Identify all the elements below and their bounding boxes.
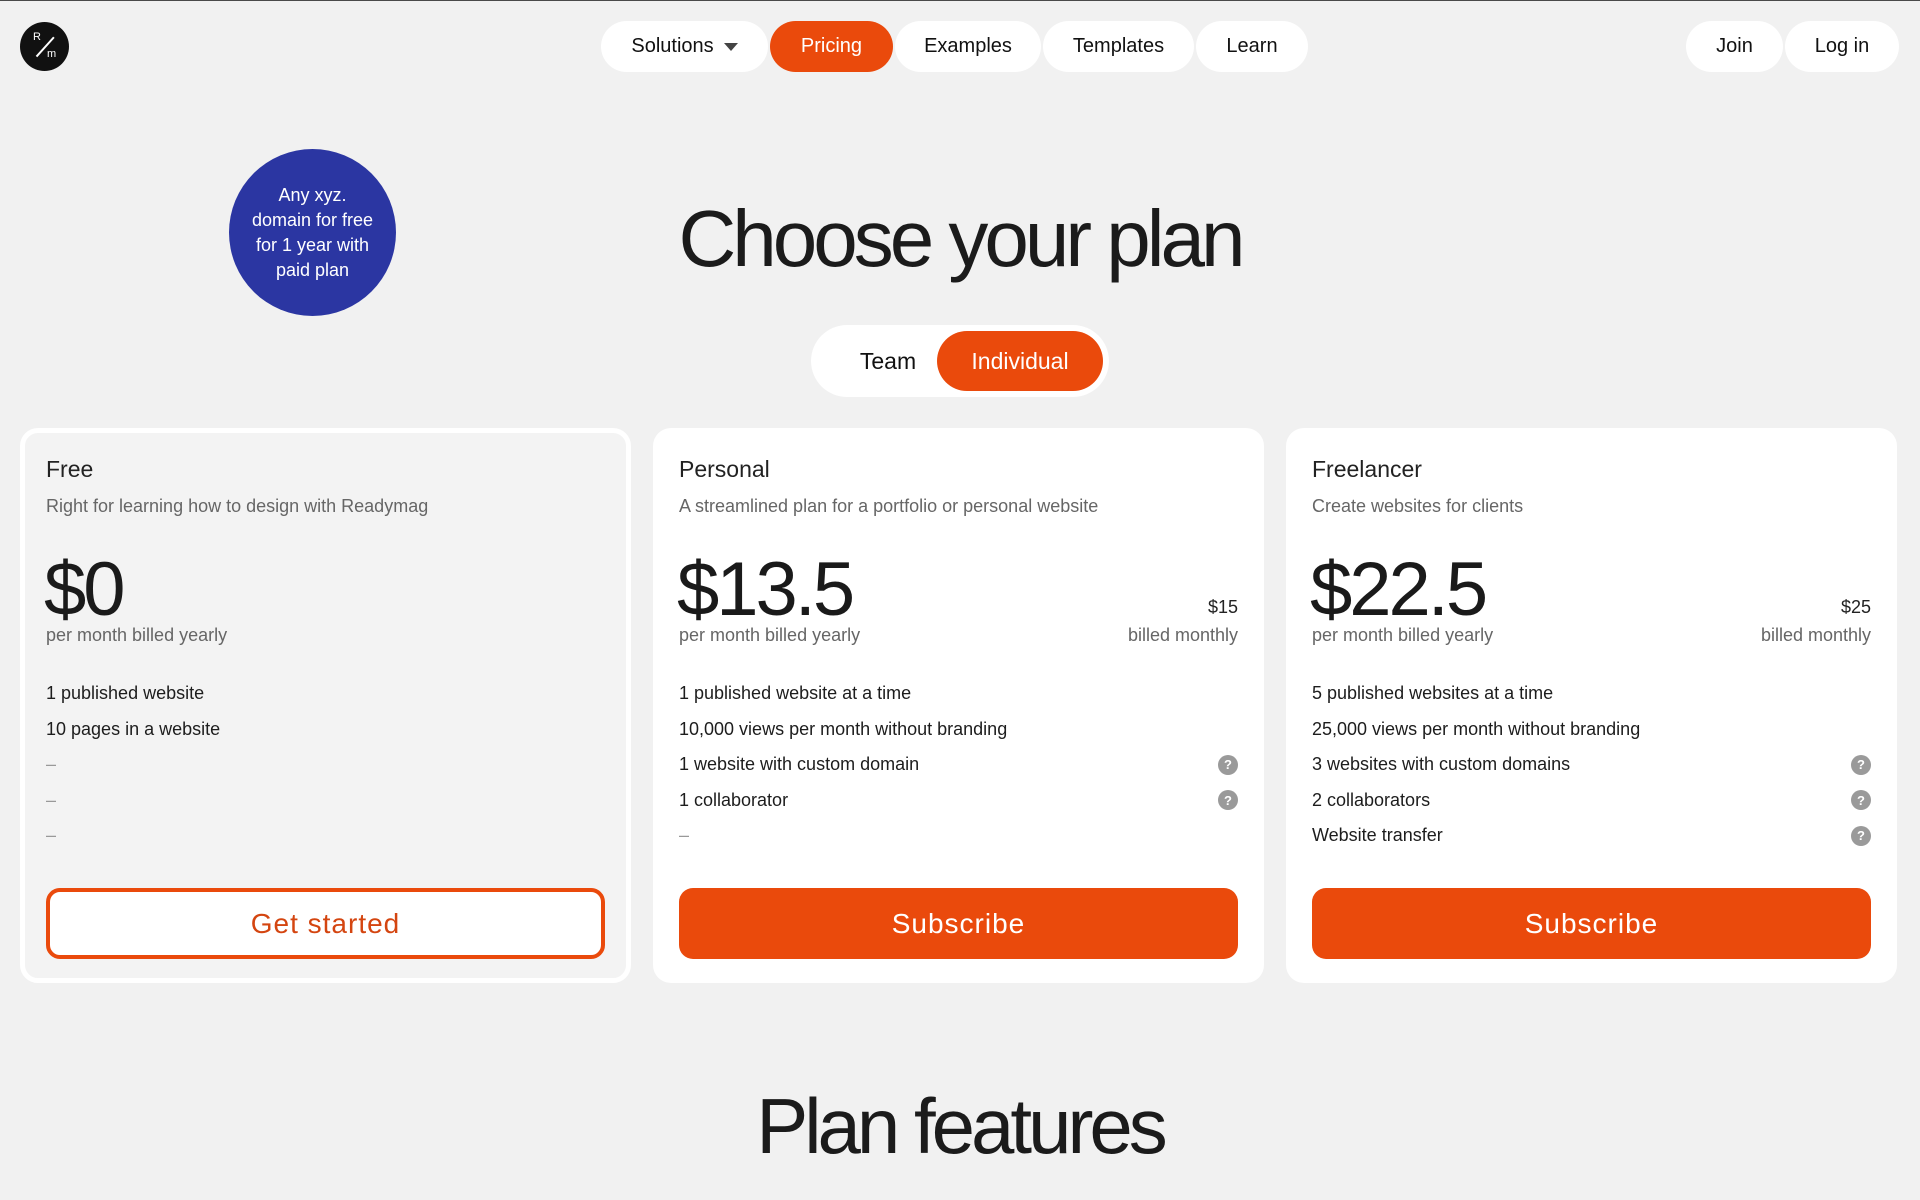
feature-list: 1 published website 10 pages in a websit… (46, 676, 600, 854)
plan-price-note: per month billed yearly (1312, 625, 1494, 645)
join-label: Join (1716, 35, 1753, 57)
feature-text: Website transfer (1312, 825, 1443, 846)
feature-text: 25,000 views per month without branding (1312, 718, 1641, 739)
plan-name: Free (46, 456, 94, 482)
feature-item: 10,000 views per month without branding (679, 712, 1238, 748)
feature-list: 1 published website at a time 10,000 vie… (679, 676, 1238, 854)
nav-pricing-label: Pricing (800, 35, 863, 57)
feature-text: – (46, 789, 57, 810)
nav-pricing[interactable]: Pricing (770, 21, 893, 72)
nav-solutions[interactable]: Solutions (601, 21, 768, 72)
get-started-button[interactable]: Get started (46, 888, 605, 959)
plan-name: Freelancer (1312, 456, 1422, 482)
feature-text: 2 collaborators (1312, 789, 1431, 810)
feature-text: 10,000 views per month without branding (679, 718, 1008, 739)
feature-item: – (46, 783, 600, 819)
feature-item: – (679, 818, 1238, 854)
plan-price-note: per month billed yearly (46, 625, 228, 645)
page-title: Choose your plan (678, 194, 1245, 283)
join-button[interactable]: Join (1686, 21, 1783, 72)
feature-item: – (46, 747, 600, 783)
monthly-price-note: billed monthly (1760, 625, 1871, 645)
feature-text: – (46, 754, 57, 775)
plan-name: Personal (679, 456, 770, 482)
feature-text: 5 published websites at a time (1312, 683, 1554, 704)
feature-text: 1 published website (46, 683, 205, 704)
plan-description: Right for learning how to design with Re… (46, 496, 429, 516)
feature-item: 25,000 views per month without branding (1312, 712, 1871, 748)
feature-item: 1 published website (46, 676, 600, 712)
nav-solutions-label: Solutions (631, 35, 714, 57)
feature-text: – (46, 825, 57, 846)
nav-learn[interactable]: Learn (1196, 21, 1308, 72)
feature-item: – (46, 818, 600, 854)
plan-price: $22.5 (1310, 547, 1488, 632)
feature-text: – (679, 825, 690, 846)
feature-text: 3 websites with custom domains (1312, 754, 1571, 775)
feature-text: 1 published website at a time (679, 683, 912, 704)
plan-description: Create websites for clients (1312, 496, 1524, 516)
monthly-price: $15 (1207, 597, 1238, 617)
feature-item: 1 published website at a time (679, 676, 1238, 712)
plan-price: $0 (44, 547, 126, 632)
plan-description: A streamlined plan for a portfolio or pe… (679, 496, 1099, 516)
login-label: Log in (1814, 35, 1870, 57)
nav-templates[interactable]: Templates (1043, 21, 1194, 72)
help-icon[interactable]: ? (1851, 754, 1871, 775)
feature-text: 10 pages in a website (46, 718, 221, 739)
logo-letter-bottom: m (47, 48, 57, 60)
help-icon[interactable]: ? (1218, 790, 1238, 811)
plan-price-note: per month billed yearly (679, 625, 861, 645)
plan-card-freelancer: Freelancer Create websites for clients $… (1286, 428, 1897, 983)
monthly-price-note: billed monthly (1127, 625, 1238, 645)
feature-item: 3 websites with custom domains? (1312, 747, 1871, 783)
feature-item: Website transfer? (1312, 818, 1871, 854)
toggle-team[interactable]: Team (825, 331, 951, 391)
feature-text: 1 collaborator (679, 789, 789, 810)
toggle-individual[interactable]: Individual (937, 331, 1103, 391)
nav-examples-label: Examples (924, 35, 1012, 57)
logo-letter-top: R (33, 31, 41, 43)
feature-list: 5 published websites at a time 25,000 vi… (1312, 676, 1871, 854)
subscribe-freelancer-button[interactable]: Subscribe (1312, 888, 1871, 959)
plan-card-personal: Personal A streamlined plan for a portfo… (653, 428, 1264, 983)
readymag-logo[interactable]: R m (20, 22, 69, 71)
plan-card-free: Free Right for learning how to design wi… (20, 428, 631, 983)
feature-item: 5 published websites at a time (1312, 676, 1871, 712)
monthly-price: $25 (1840, 597, 1871, 617)
help-icon[interactable]: ? (1851, 790, 1871, 811)
help-icon[interactable]: ? (1218, 754, 1238, 775)
plan-type-toggle: Team Individual (811, 325, 1109, 397)
feature-item: 2 collaborators? (1312, 783, 1871, 819)
nav-templates-label: Templates (1072, 35, 1165, 57)
plan-features-heading: Plan features (756, 1082, 1168, 1170)
chevron-down-icon (723, 42, 738, 51)
feature-item: 10 pages in a website (46, 712, 600, 748)
login-button[interactable]: Log in (1785, 21, 1899, 72)
feature-item: 1 collaborator? (679, 783, 1238, 819)
nav-learn-label: Learn (1226, 35, 1278, 57)
nav-examples[interactable]: Examples (895, 21, 1041, 72)
subscribe-personal-button[interactable]: Subscribe (679, 888, 1238, 959)
feature-text: 1 website with custom domain (679, 754, 920, 775)
help-icon[interactable]: ? (1851, 825, 1871, 846)
feature-item: 1 website with custom domain? (679, 747, 1238, 783)
plan-price: $13.5 (677, 547, 855, 632)
